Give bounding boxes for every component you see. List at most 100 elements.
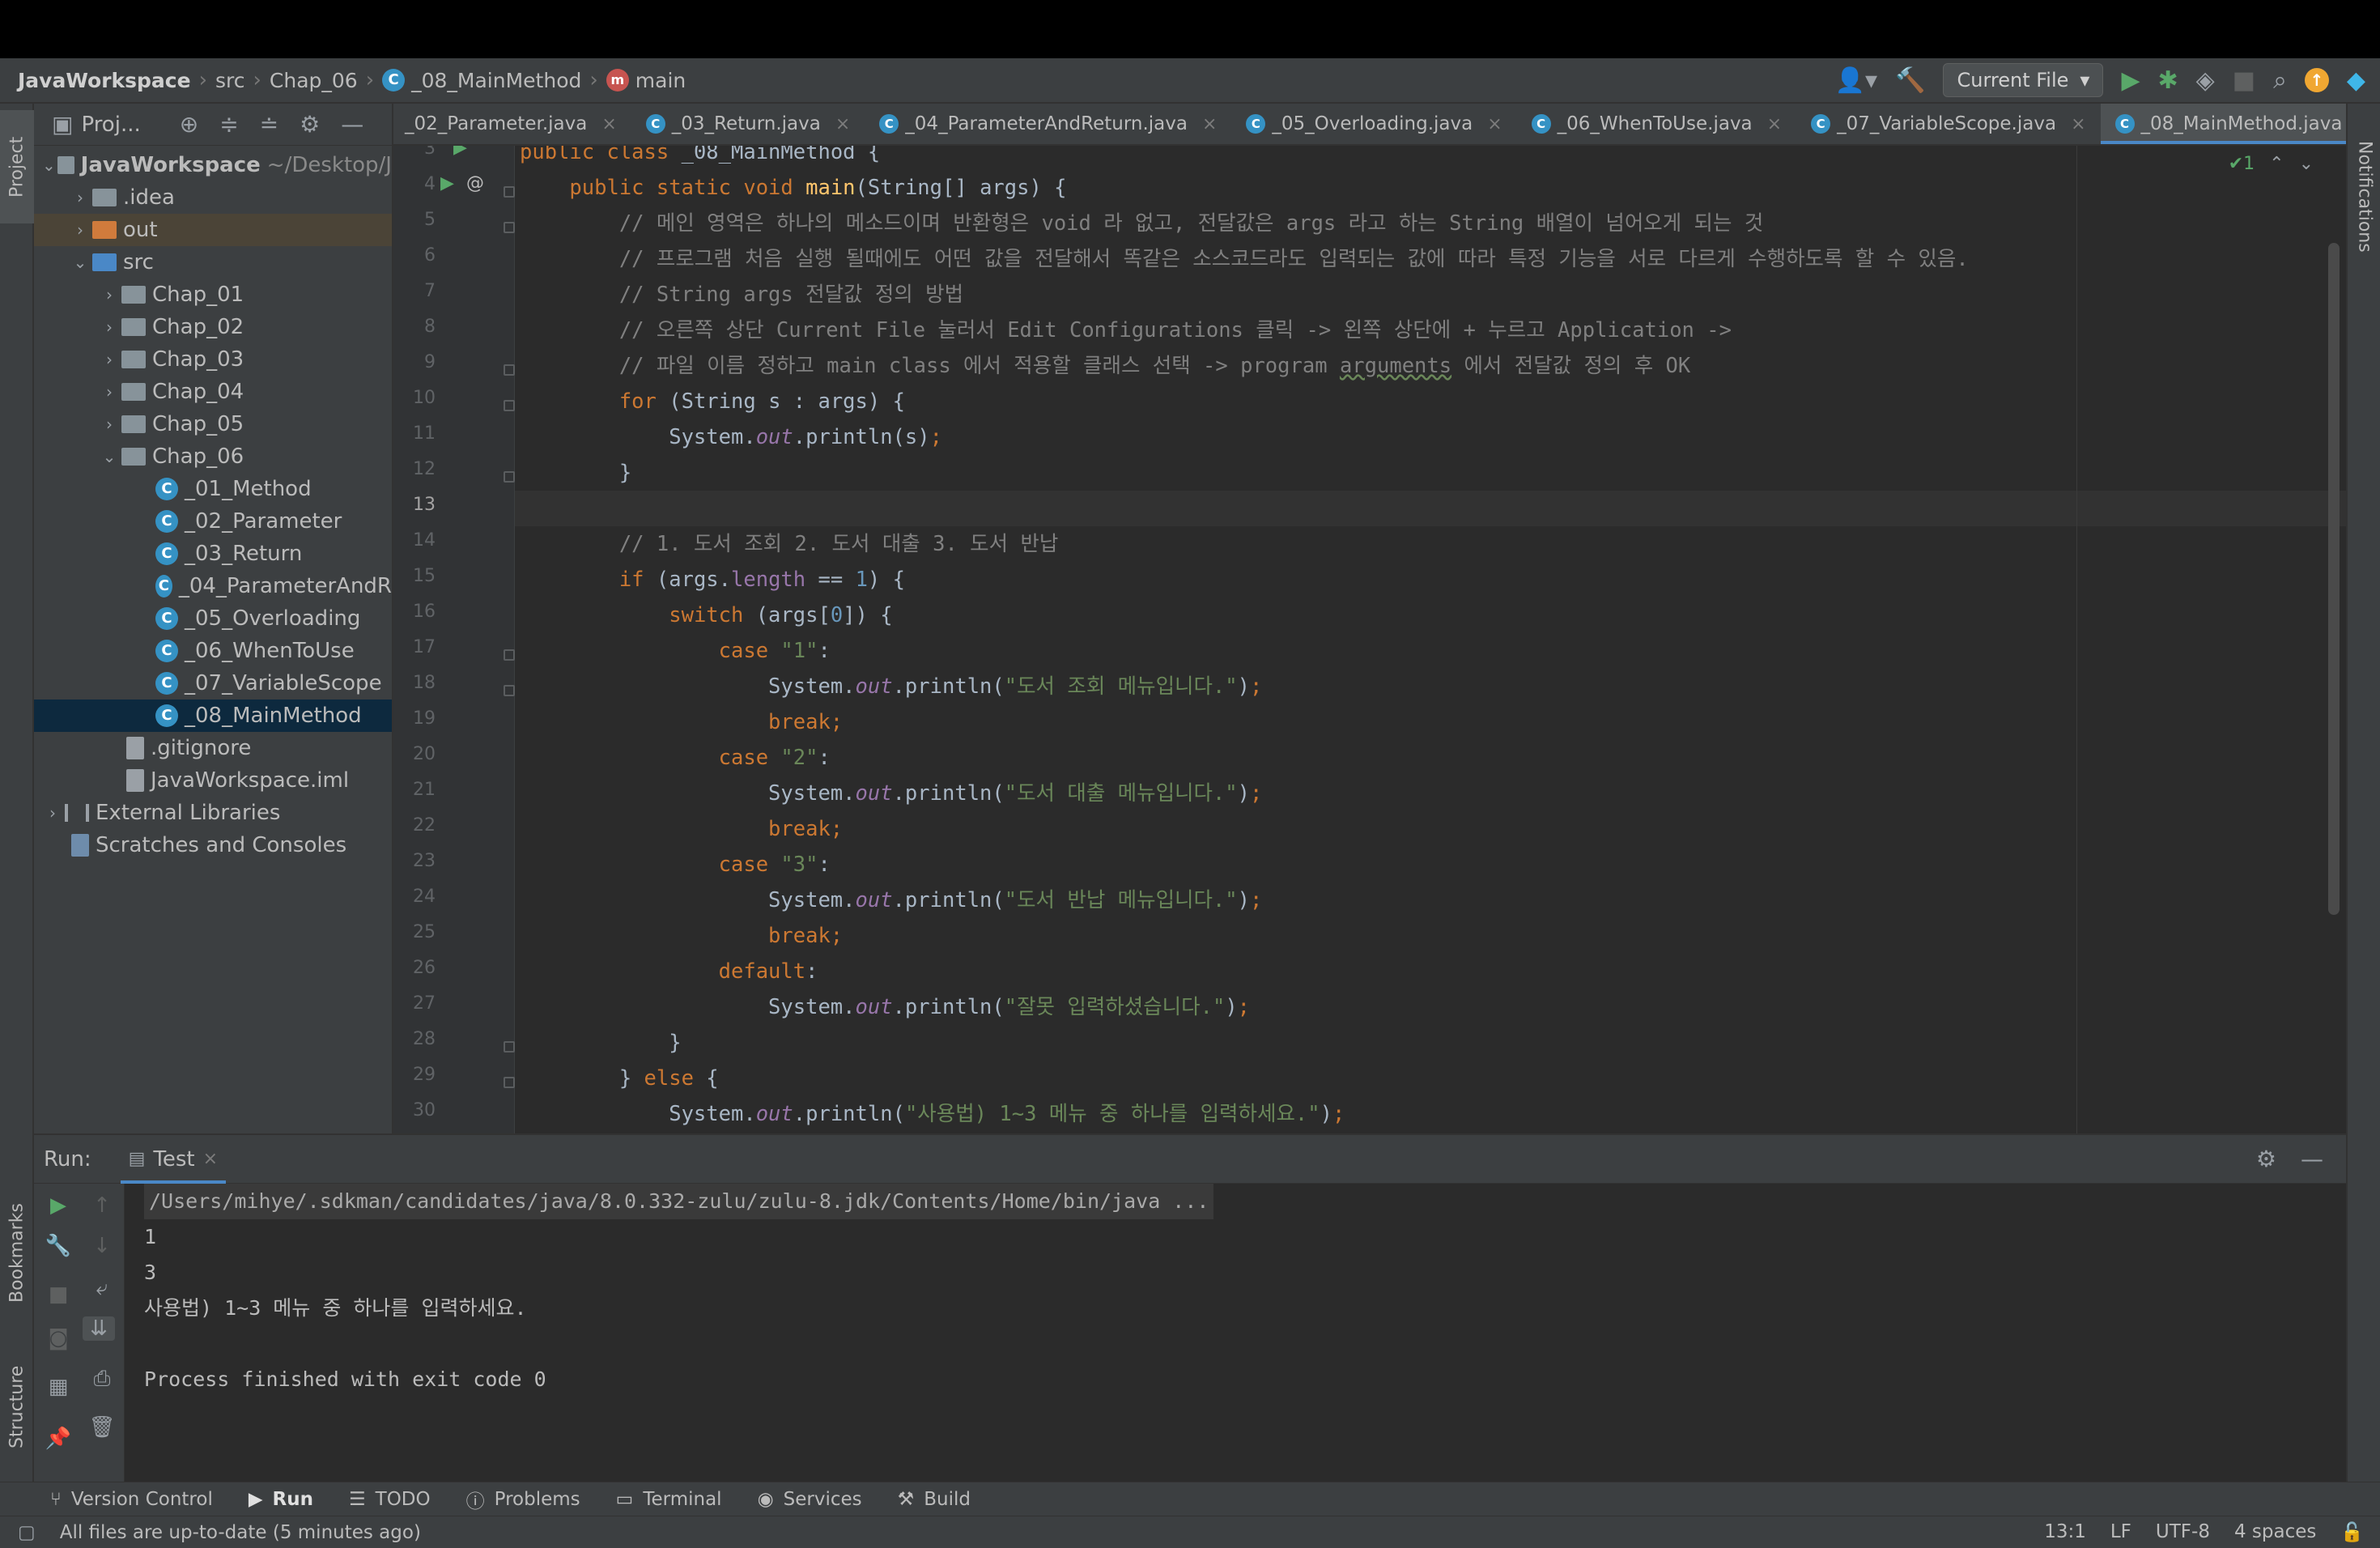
breadcrumb-item[interactable]: src <box>215 69 245 92</box>
chevron-down-icon[interactable]: ⌄ <box>2299 154 2314 174</box>
tool-build[interactable]: ⚒ Build <box>898 1489 971 1510</box>
project-tool-tab[interactable]: Project <box>0 110 34 223</box>
rerun-icon[interactable]: ▶ <box>42 1193 74 1218</box>
run-tab-test[interactable]: ▤ Test × <box>120 1135 227 1184</box>
search-icon[interactable]: ⌕ <box>2273 66 2287 95</box>
tree-item[interactable]: C _02_Parameter <box>34 505 392 538</box>
tree-item[interactable]: C _03_Return <box>34 538 392 570</box>
close-icon[interactable]: × <box>1767 114 1782 134</box>
tool-todo[interactable]: ☰ TODO <box>349 1489 431 1510</box>
tree-item[interactable]: ⌄ src <box>34 246 392 279</box>
tab-return[interactable]: C _03_Return.java × <box>631 104 865 144</box>
tree-item[interactable]: › Chap_05 <box>34 408 392 440</box>
notifications-tool-tab[interactable]: Notifications <box>2348 120 2380 274</box>
update-icon[interactable]: ↑ <box>2304 68 2329 92</box>
jetbrains-icon[interactable]: ◆ <box>2347 66 2365 95</box>
arrow-up-icon[interactable]: ↑ <box>86 1193 118 1218</box>
tree-item[interactable]: › Chap_02 <box>34 311 392 343</box>
tab-main-method[interactable]: C_08_MainMethod.java× <box>2100 104 2346 144</box>
tool-services[interactable]: ◉ Services <box>758 1489 862 1510</box>
print-icon[interactable]: ⎙ <box>86 1367 118 1392</box>
tree-item[interactable]: C _06_WhenToUse <box>34 635 392 667</box>
close-icon[interactable]: × <box>203 1149 218 1169</box>
tree-item[interactable]: › .idea <box>34 181 392 214</box>
collapse-all-icon[interactable]: ≐ <box>260 111 278 138</box>
run-icon[interactable]: ▶ <box>2121 66 2140 95</box>
tree-item[interactable]: › Chap_03 <box>34 343 392 376</box>
tab-parameter[interactable]: _02_Parameter.java × <box>393 104 631 144</box>
debug-icon[interactable]: ✱ <box>2158 66 2178 95</box>
tab-parameter-and-return[interactable]: C _04_ParameterAndReturn.java × <box>865 104 1231 144</box>
code-editor[interactable]: 3 4 5 6 7 8 9 10 11 12 13 14 15 16 17 18… <box>393 146 2346 1133</box>
build-hammer-icon[interactable]: 🔨 <box>1895 66 1925 95</box>
code-area[interactable]: public class _08_MainMethod { public sta… <box>515 146 2346 1133</box>
fold-marker-icon[interactable] <box>504 649 515 661</box>
tree-item[interactable]: › out <box>34 214 392 246</box>
tree-item[interactable]: .gitignore <box>34 732 392 764</box>
user-icon[interactable]: 👤▾ <box>1835 66 1877 95</box>
line-separator[interactable]: LF <box>2110 1521 2131 1543</box>
pin-icon[interactable]: 📌 <box>42 1427 74 1451</box>
tree-item[interactable]: › Chap_04 <box>34 376 392 408</box>
breadcrumb-item[interactable]: Chap_06 <box>270 69 358 92</box>
gear-icon[interactable]: ⚙ <box>300 111 320 138</box>
stop-icon[interactable]: ■ <box>2233 66 2255 95</box>
inspection-widget[interactable]: ✔1 ⌃ ⌄ <box>2229 154 2314 174</box>
tree-item[interactable]: JavaWorkspace.iml <box>34 764 392 797</box>
stop-icon[interactable]: ■ <box>42 1282 74 1307</box>
hide-icon[interactable]: — <box>341 111 363 138</box>
tab-overloading[interactable]: C _05_Overloading.java × <box>1231 104 1516 144</box>
project-view-selector[interactable]: ▣ Proj... <box>52 111 141 138</box>
run-gutter-icon[interactable]: ▶ <box>453 146 467 158</box>
fold-marker-icon[interactable] <box>504 364 515 376</box>
status-message[interactable]: All files are up-to-date (5 minutes ago) <box>60 1522 421 1543</box>
tool-problems[interactable]: ⓘ Problems <box>466 1486 580 1513</box>
structure-tool-tab[interactable]: Structure <box>0 1342 34 1472</box>
locate-icon[interactable]: ⊕ <box>180 111 198 138</box>
file-encoding[interactable]: UTF-8 <box>2156 1521 2210 1543</box>
fold-marker-icon[interactable] <box>504 222 515 233</box>
tool-version-control[interactable]: ⑂ Version Control <box>50 1489 213 1510</box>
fold-marker-icon[interactable] <box>504 1041 515 1053</box>
tree-item[interactable]: ⌄ JavaWorkspace ~/Desktop/J <box>34 149 392 181</box>
close-icon[interactable]: × <box>601 114 616 134</box>
fold-marker-icon[interactable] <box>504 186 515 198</box>
tab-variable-scope[interactable]: C _07_VariableScope.java × <box>1796 104 2100 144</box>
breadcrumb-item[interactable]: C _08_MainMethod <box>382 69 581 92</box>
arrow-down-icon[interactable]: ↓ <box>86 1234 118 1258</box>
tree-item[interactable]: › External Libraries <box>34 797 392 829</box>
tree-item[interactable]: C _01_Method <box>34 473 392 505</box>
editor-scrollbar[interactable] <box>2328 243 2340 915</box>
tool-run[interactable]: ▶ Run <box>249 1489 313 1510</box>
chevron-up-icon[interactable]: ⌃ <box>2269 154 2284 174</box>
gear-icon[interactable]: ⚙ <box>2256 1146 2276 1172</box>
close-icon[interactable]: × <box>835 114 850 134</box>
close-icon[interactable]: × <box>1487 114 1502 134</box>
tree-item[interactable]: Scratches and Consoles <box>34 829 392 861</box>
layout-icon[interactable]: ▦ <box>42 1375 74 1399</box>
camera-icon[interactable]: ◙ <box>42 1326 74 1350</box>
soft-wrap-icon[interactable]: ⤶ <box>86 1276 118 1301</box>
tree-item[interactable]: C _04_ParameterAndR <box>34 570 392 602</box>
indent-setting[interactable]: 4 spaces <box>2234 1521 2316 1543</box>
scroll-to-end-icon[interactable]: ⇊ <box>83 1316 115 1341</box>
fold-marker-icon[interactable] <box>504 400 515 411</box>
fold-marker-icon[interactable] <box>504 1077 515 1088</box>
expand-all-icon[interactable]: ≑ <box>219 111 238 138</box>
run-gutter-icon[interactable]: ▶ <box>440 173 454 194</box>
tree-item[interactable]: › Chap_01 <box>34 279 392 311</box>
caret-position[interactable]: 13:1 <box>2044 1521 2086 1543</box>
wrench-icon[interactable]: 🔧 <box>42 1234 74 1258</box>
fold-marker-icon[interactable] <box>504 471 515 483</box>
lock-icon[interactable]: 🔓 <box>2340 1521 2364 1543</box>
hide-icon[interactable]: — <box>2301 1146 2323 1172</box>
console-output[interactable]: /Users/mihye/.sdkman/candidates/java/8.0… <box>125 1184 2346 1482</box>
fold-marker-icon[interactable] <box>504 685 515 696</box>
breadcrumb-item[interactable]: JavaWorkspace <box>18 69 191 92</box>
tree-item[interactable]: ⌄ Chap_06 <box>34 440 392 473</box>
layout-toggle-icon[interactable]: ▢ <box>18 1522 36 1543</box>
close-icon[interactable]: × <box>2071 114 2085 134</box>
tool-terminal[interactable]: ▭ Terminal <box>616 1489 722 1510</box>
tab-when-to-use[interactable]: C _06_WhenToUse.java × <box>1517 104 1796 144</box>
close-icon[interactable]: × <box>1202 114 1217 134</box>
